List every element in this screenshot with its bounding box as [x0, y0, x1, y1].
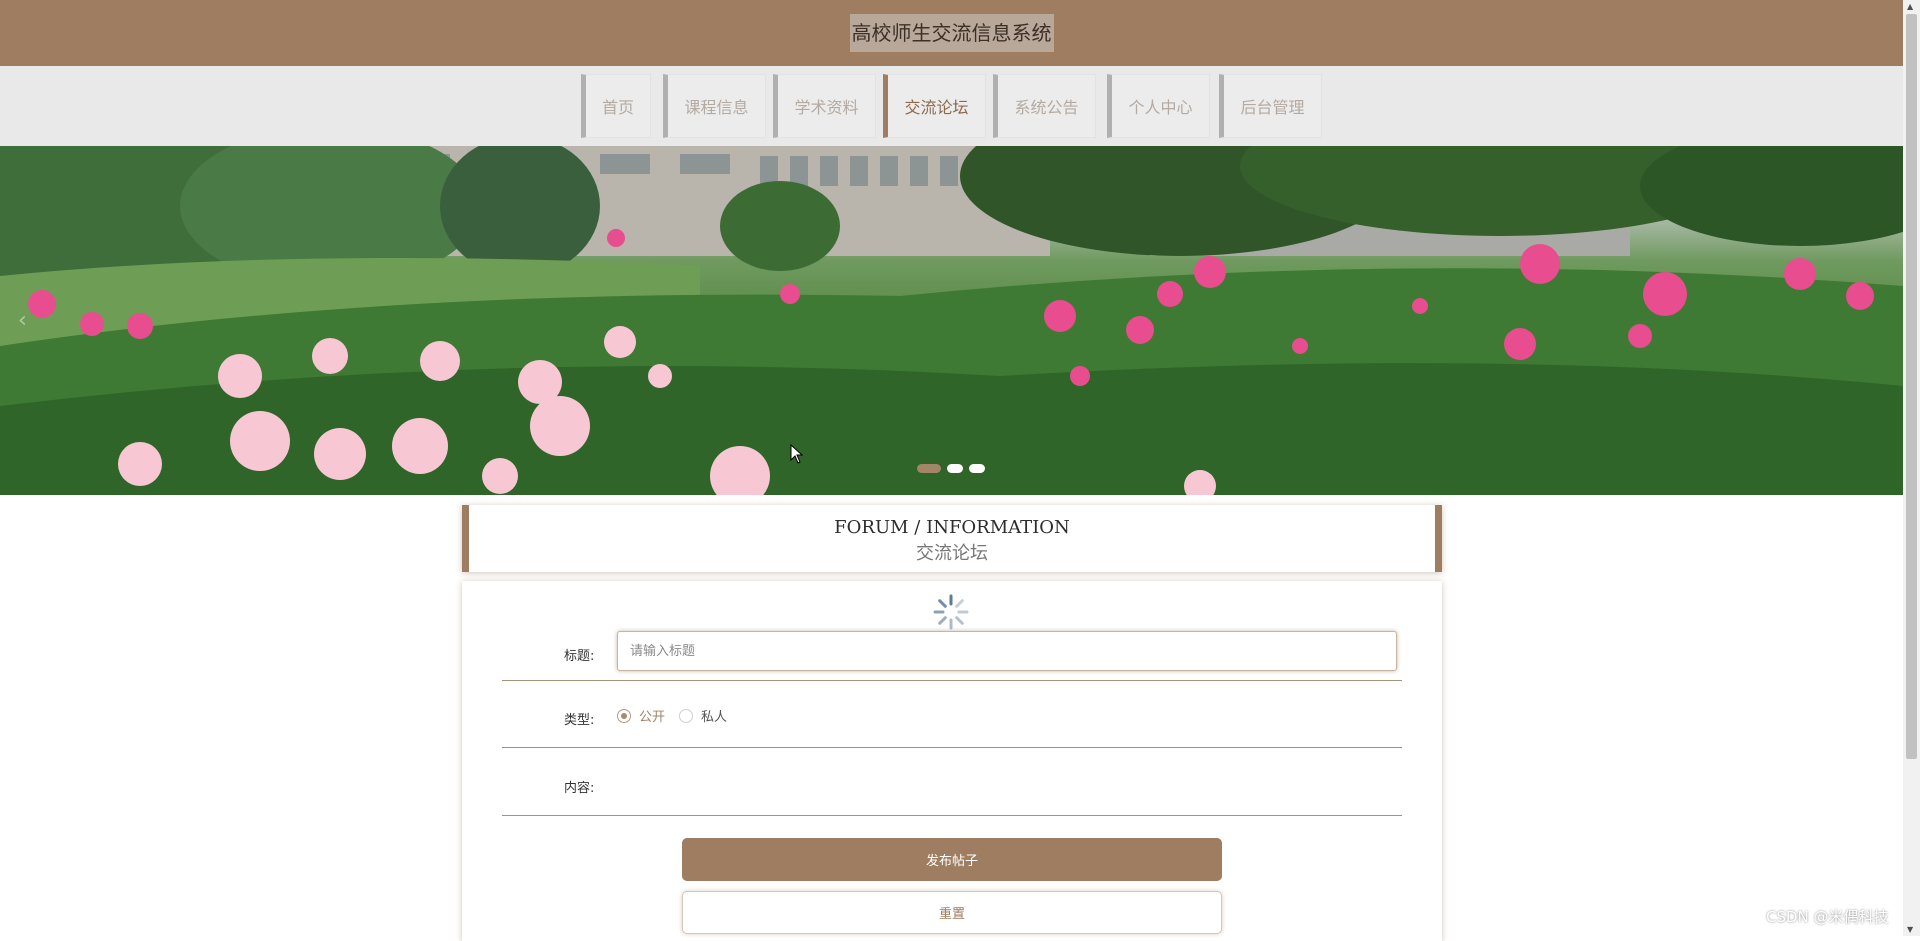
carousel-dot-3[interactable]	[969, 464, 985, 473]
section-title-en: FORUM / INFORMATION	[834, 517, 1070, 538]
radio-private[interactable]: 私人	[679, 706, 727, 725]
page-scrollbar[interactable]: ▲ ▼	[1903, 0, 1920, 936]
nav-item-announcements[interactable]: 系统公告	[993, 74, 1096, 138]
form-row-content[interactable]: 内容:	[502, 748, 1402, 816]
submit-post-button[interactable]: 发布帖子	[682, 838, 1222, 881]
radio-public-label: 公开	[639, 710, 666, 725]
nav-item-admin[interactable]: 后台管理	[1219, 74, 1322, 138]
reset-button[interactable]: 重置	[682, 891, 1222, 934]
carousel-indicators	[917, 464, 985, 473]
radio-public-circle[interactable]	[617, 708, 631, 723]
nav-item-home[interactable]: 首页	[581, 74, 651, 138]
scroll-down-icon[interactable]: ▼	[1907, 925, 1913, 934]
chevron-left-icon[interactable]: ‹	[18, 308, 27, 333]
carousel-dot-1[interactable]	[917, 464, 941, 473]
scroll-thumb[interactable]	[1906, 14, 1917, 759]
main-nav: 首页 课程信息 学术资料 交流论坛 系统公告 个人中心 后台管理	[0, 66, 1903, 146]
radio-private-circle[interactable]	[679, 708, 694, 723]
banner-image	[0, 146, 1903, 495]
title-input[interactable]	[617, 631, 1397, 671]
type-radio-group: 公开 私人	[617, 706, 741, 725]
carousel-dot-2[interactable]	[947, 464, 963, 473]
radio-private-label: 私人	[701, 710, 728, 725]
site-title: 高校师生交流信息系统	[849, 14, 1054, 52]
watermark: CSDN @米偶科技	[1766, 908, 1889, 926]
content-label: 内容:	[564, 781, 595, 796]
radio-public[interactable]: 公开	[617, 706, 665, 725]
post-form: 标题: 类型: 公开 私人 内容: 发布帖子 重置	[462, 581, 1442, 941]
type-label: 类型:	[564, 713, 595, 728]
scroll-up-icon[interactable]: ▲	[1907, 2, 1913, 11]
section-header: FORUM / INFORMATION 交流论坛	[462, 505, 1442, 572]
nav-item-courses[interactable]: 课程信息	[663, 74, 766, 138]
nav-item-profile[interactable]: 个人中心	[1107, 74, 1210, 138]
banner-carousel[interactable]: ‹	[0, 146, 1903, 495]
nav-item-academic[interactable]: 学术资料	[773, 74, 876, 138]
title-label: 标题:	[564, 649, 595, 664]
nav-item-forum[interactable]: 交流论坛	[883, 74, 986, 138]
top-header: 高校师生交流信息系统	[0, 0, 1903, 66]
mouse-cursor-icon	[790, 444, 804, 464]
section-title-cn: 交流论坛	[916, 543, 988, 564]
